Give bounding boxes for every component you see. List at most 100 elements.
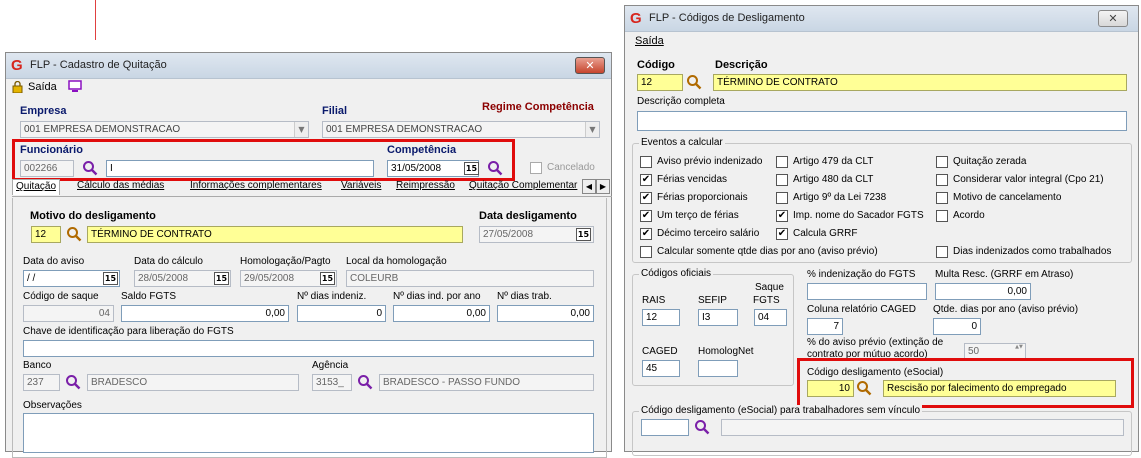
evento-checkbox[interactable]: ✔ xyxy=(640,192,652,204)
calendar-icon[interactable]: 15 xyxy=(103,272,118,285)
evento-checkbox[interactable]: ✔ xyxy=(776,210,788,222)
agencia-name-field[interactable]: BRADESCO - PASSO FUNDO xyxy=(379,374,594,391)
chevron-down-icon[interactable]: ▼ xyxy=(585,122,599,137)
coluna-caged-label: Coluna relatório CAGED xyxy=(807,304,916,315)
filial-label: Filial xyxy=(322,105,348,117)
search-icon[interactable] xyxy=(65,374,81,390)
evento-checkbox[interactable] xyxy=(936,174,948,186)
desc-completa-field[interactable] xyxy=(637,111,1127,131)
calendar-icon[interactable]: 15 xyxy=(320,272,335,285)
search-icon[interactable] xyxy=(357,374,373,390)
evento-checkbox[interactable] xyxy=(936,246,948,258)
pct-fgts-field[interactable] xyxy=(807,283,927,300)
evento-checkbox-label: Considerar valor integral (Cpo 21) xyxy=(953,174,1104,185)
tab-quitacao[interactable]: Quitação xyxy=(12,179,61,195)
evento-checkbox[interactable] xyxy=(640,156,652,168)
banco-name-field[interactable]: BRADESCO xyxy=(87,374,299,391)
empresa-select[interactable]: 001 EMPRESA DEMONSTRACAO xyxy=(20,121,309,138)
evento-checkbox[interactable]: ✔ xyxy=(640,174,652,186)
dias-ind-ano-field[interactable]: 0,00 xyxy=(393,305,490,322)
search-icon[interactable] xyxy=(686,74,702,90)
tab-reimpressao[interactable]: Reimpressão xyxy=(393,179,458,195)
codigo-field[interactable]: 12 xyxy=(637,74,683,91)
dias-indeniz-field[interactable]: 0 xyxy=(297,305,386,322)
local-homologacao-field[interactable]: COLEURB xyxy=(346,270,594,287)
codigos-oficiais-title: Códigos oficiais xyxy=(639,268,714,279)
exit-menu[interactable]: Saída xyxy=(28,81,57,93)
chevron-down-icon[interactable]: ▼ xyxy=(294,122,308,137)
tab-scroll-right-button[interactable]: ▶ xyxy=(596,179,610,194)
chave-fgts-field[interactable] xyxy=(23,340,594,357)
window-title: FLP - Códigos de Desligamento xyxy=(649,12,805,24)
regime-label: Regime Competência xyxy=(482,101,594,113)
app-logo-icon: G xyxy=(630,10,642,27)
filial-select[interactable]: 001 EMPRESA DEMONSTRACAO xyxy=(322,121,600,138)
agencia-code-field[interactable]: 3153_ xyxy=(312,374,352,391)
evento-checkbox[interactable]: ✔ xyxy=(640,210,652,222)
search-icon[interactable] xyxy=(66,226,82,242)
tab-quitacao-complementar[interactable]: Quitação Complementar xyxy=(466,179,581,195)
evento-checkbox[interactable] xyxy=(936,210,948,222)
esocial-sem-vinculo-desc-field[interactable] xyxy=(721,419,1124,436)
caged-field[interactable]: 45 xyxy=(642,360,680,377)
evento-checkbox[interactable] xyxy=(776,174,788,186)
banco-code-field[interactable]: 237 xyxy=(23,374,60,391)
descricao-label: Descrição xyxy=(715,59,768,71)
evento-checkbox[interactable] xyxy=(936,192,948,204)
saque-label-1: Saque xyxy=(755,282,784,293)
descricao-field[interactable]: TÉRMINO DE CONTRATO xyxy=(713,74,1127,91)
close-button[interactable]: ✕ xyxy=(1098,10,1128,27)
pct-aviso-label-1: % do aviso prévio (extinção de xyxy=(807,337,944,348)
evento-checkbox-label: Aviso prévio indenizado xyxy=(657,156,763,167)
evento-checkbox[interactable] xyxy=(776,192,788,204)
evento-checkbox[interactable] xyxy=(776,156,788,168)
observacoes-label: Observações xyxy=(23,400,82,411)
dias-indeniz-label: Nº dias indeniz. xyxy=(297,291,367,302)
evento-checkbox[interactable] xyxy=(936,156,948,168)
evento-checkbox[interactable]: ✔ xyxy=(640,228,652,240)
search-icon[interactable] xyxy=(694,419,710,435)
tab-scroll-left-button[interactable]: ◀ xyxy=(582,179,596,194)
tab-variaveis[interactable]: Variáveis xyxy=(338,179,384,195)
observacoes-textarea[interactable] xyxy=(23,413,594,453)
motivo-desc-field[interactable]: TÉRMINO DE CONTRATO xyxy=(87,226,463,243)
tab-informacoes[interactable]: Informações complementares xyxy=(187,179,325,195)
exit-menu[interactable]: Saída xyxy=(635,35,664,47)
chave-fgts-label: Chave de identificação para liberação do… xyxy=(23,326,234,337)
qtde-dias-field[interactable]: 0 xyxy=(933,318,981,335)
evento-checkbox-label: Dias indenizados como trabalhados xyxy=(953,246,1112,257)
codigo-saque-field[interactable]: 04 xyxy=(23,305,114,322)
coluna-caged-field[interactable]: 7 xyxy=(807,318,843,335)
desc-completa-label: Descrição completa xyxy=(637,96,725,107)
cancelado-checkbox[interactable] xyxy=(530,162,542,174)
evento-checkbox[interactable] xyxy=(640,246,652,258)
saldo-fgts-field[interactable]: 0,00 xyxy=(121,305,289,322)
close-button[interactable]: ✕ xyxy=(575,57,605,74)
evento-checkbox-label: Imp. nome do Sacador FGTS xyxy=(793,210,924,221)
dias-trab-field[interactable]: 0,00 xyxy=(497,305,594,322)
lock-icon xyxy=(12,80,23,94)
sefip-field[interactable]: I3 xyxy=(698,309,738,326)
monitor-icon[interactable] xyxy=(68,80,82,93)
calendar-icon[interactable]: 15 xyxy=(576,228,591,241)
motivo-code-field[interactable]: 12 xyxy=(31,226,61,243)
evento-checkbox[interactable]: ✔ xyxy=(776,228,788,240)
homolognet-field[interactable] xyxy=(698,360,738,377)
sefip-label: SEFIP xyxy=(698,295,727,306)
evento-checkbox-label: Um terço de férias xyxy=(657,210,739,221)
calendar-icon[interactable]: 15 xyxy=(214,272,229,285)
data-calculo-label: Data do cálculo xyxy=(134,256,203,267)
qtde-dias-label: Qtde. dias por ano (aviso prévio) xyxy=(933,304,1079,315)
rais-field[interactable]: 12 xyxy=(642,309,680,326)
multa-field[interactable]: 0,00 xyxy=(935,283,1031,300)
motivo-label: Motivo do desligamento xyxy=(30,210,156,222)
evento-checkbox-label: Férias proporcionais xyxy=(657,192,748,203)
spinner-arrows-icon[interactable]: ▲▼ xyxy=(1013,344,1025,359)
evento-checkbox-label: Décimo terceiro salário xyxy=(657,228,760,239)
app-logo-icon: G xyxy=(11,57,23,74)
esocial-sem-vinculo-code-field[interactable] xyxy=(641,419,689,436)
highlight-box xyxy=(12,139,515,181)
saque-field[interactable]: 04 xyxy=(754,309,787,326)
codigos-desligamento-window: G FLP - Códigos de Desligamento ✕ Saída … xyxy=(624,5,1139,456)
tab-calculo-medias[interactable]: Cálculo das médias xyxy=(74,179,167,195)
